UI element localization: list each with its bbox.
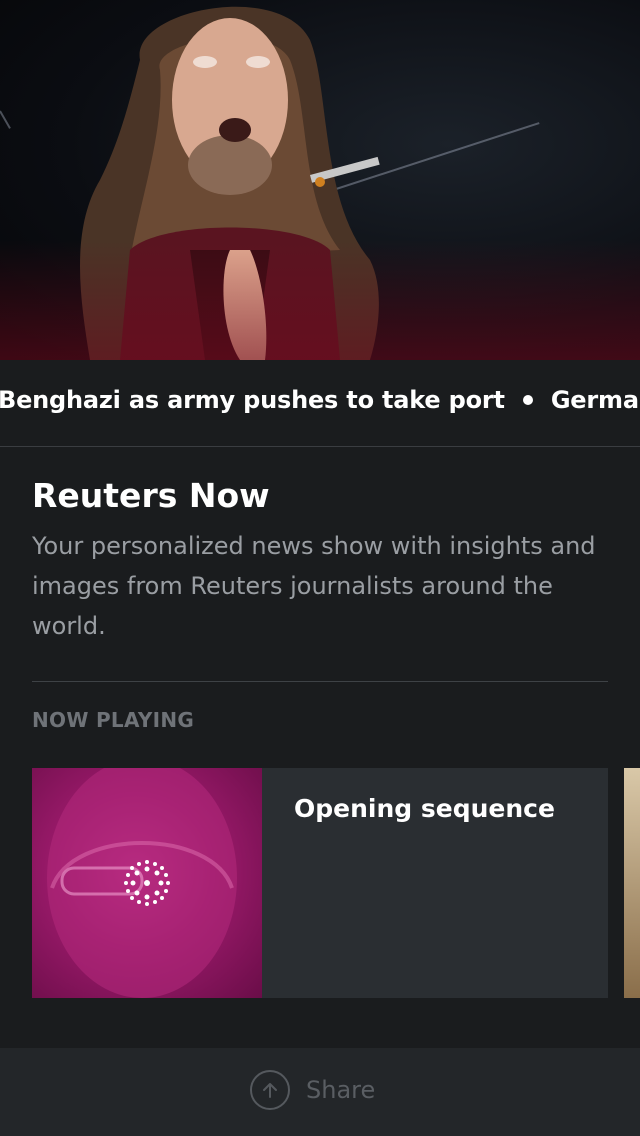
hero-video[interactable] — [0, 0, 640, 360]
card-title: Opening sequence — [294, 794, 555, 823]
bottom-bar: Share — [0, 1048, 640, 1136]
reuters-logo-icon — [47, 768, 237, 998]
now-playing-label: NOW PLAYING — [32, 708, 195, 732]
hero-light-streak — [0, 110, 11, 129]
ticker-text: Benghazi as army pushes to take port Germ… — [0, 386, 640, 414]
ticker-item[interactable]: Benghazi as army pushes to take port — [0, 386, 505, 414]
card-thumbnail — [32, 768, 262, 998]
show-title: Reuters Now — [32, 476, 270, 515]
show-info: Reuters Now Your personalized news show … — [32, 470, 608, 646]
now-playing-card[interactable]: Opening sequence — [32, 768, 608, 998]
arrow-up-circle-icon — [250, 1070, 290, 1110]
next-card-peek[interactable] — [624, 768, 640, 998]
show-description: Your personalized news show with insight… — [32, 532, 596, 640]
ticker-separator — [522, 394, 533, 405]
share-button[interactable]: Share — [250, 1070, 375, 1110]
section-divider — [32, 681, 608, 682]
ticker-item[interactable]: German indu — [551, 386, 640, 414]
news-ticker[interactable]: Benghazi as army pushes to take port Germ… — [0, 360, 640, 447]
share-label: Share — [306, 1076, 376, 1104]
hero-bottom-glow — [0, 240, 640, 360]
